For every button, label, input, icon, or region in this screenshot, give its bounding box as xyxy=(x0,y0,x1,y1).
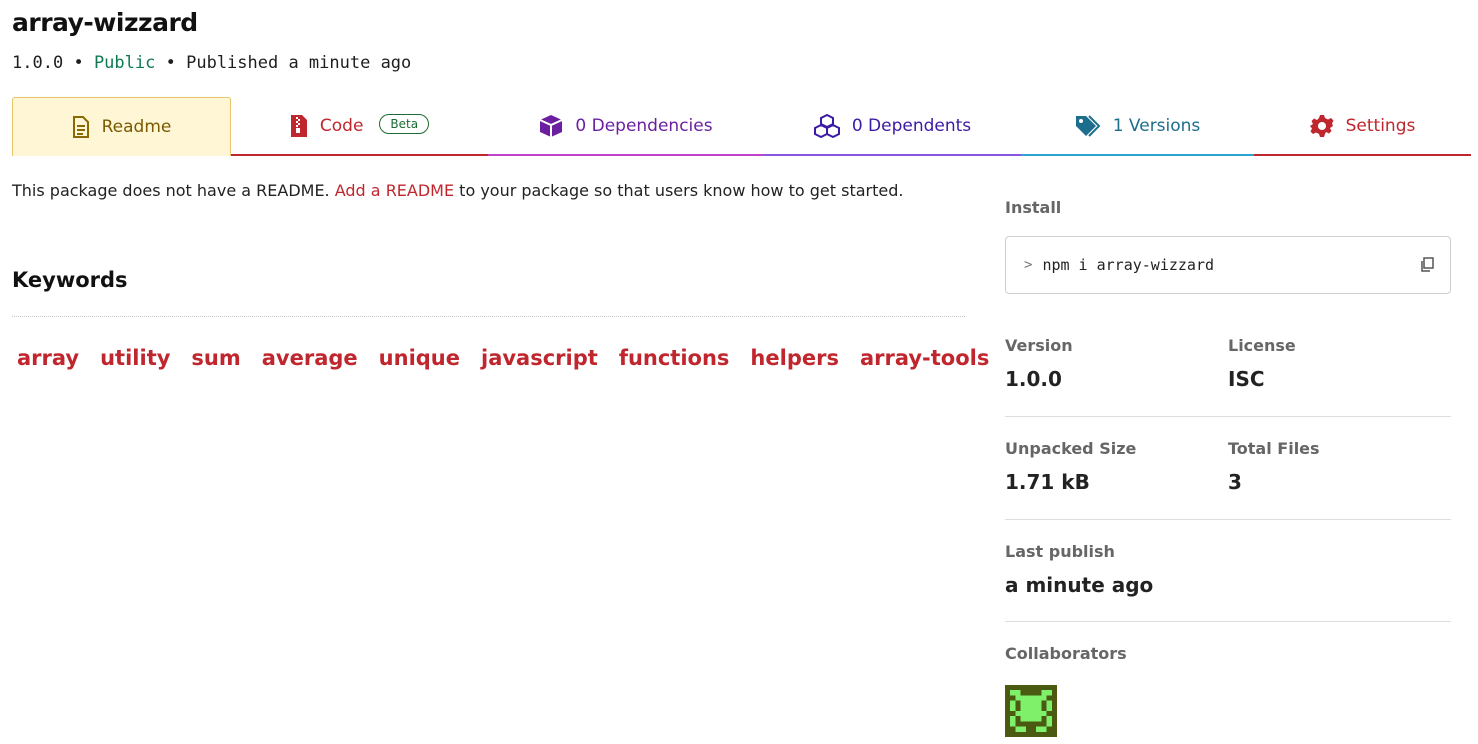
keyword-link[interactable]: helpers xyxy=(750,346,839,370)
document-icon xyxy=(72,116,90,138)
box-icon xyxy=(539,114,563,138)
readme-note: This package does not have a README. Add… xyxy=(12,181,903,200)
license-value: ISC xyxy=(1228,367,1265,391)
readme-note-text-end: to your package so that users know how t… xyxy=(454,181,904,200)
sidebar-divider xyxy=(1005,621,1451,622)
prompt-chevron: > xyxy=(1024,257,1033,273)
keyword-link[interactable]: javascript xyxy=(481,346,598,370)
keyword-link[interactable]: sum xyxy=(191,346,240,370)
add-readme-link[interactable]: Add a README xyxy=(335,181,454,200)
tab-dependents[interactable]: 0 Dependents xyxy=(764,97,1021,156)
tab-versions-label: 1 Versions xyxy=(1112,115,1201,136)
collaborators-row: Collaborators xyxy=(1005,644,1451,663)
package-title: array-wizzard xyxy=(12,8,198,37)
zip-file-icon xyxy=(290,114,308,138)
keyword-link[interactable]: utility xyxy=(100,346,170,370)
last-publish-label: Last publish xyxy=(1005,542,1115,561)
package-tabs: Readme Code Beta 0 Dependencies 0 Depend… xyxy=(12,97,1471,156)
tab-dependencies[interactable]: 0 Dependencies xyxy=(488,97,764,156)
meta-separator: • xyxy=(165,53,176,73)
tags-icon xyxy=(1075,114,1101,137)
package-meta: 1.0.0 • Public • Published a minute ago xyxy=(12,53,411,73)
last-publish-value: a minute ago xyxy=(1005,573,1154,597)
meta-separator: • xyxy=(73,53,84,73)
tab-settings-label: Settings xyxy=(1345,115,1416,136)
install-command[interactable]: npm i array-wizzard xyxy=(1042,256,1420,274)
tab-settings[interactable]: Settings xyxy=(1254,97,1471,156)
package-version: 1.0.0 xyxy=(12,53,64,73)
keyword-link[interactable]: average xyxy=(262,346,358,370)
boxes-icon xyxy=(813,113,840,138)
readme-note-text: This package does not have a README. xyxy=(12,181,335,200)
version-value: 1.0.0 xyxy=(1005,367,1062,391)
tab-versions[interactable]: 1 Versions xyxy=(1021,97,1254,156)
version-label: Version xyxy=(1005,336,1073,355)
published-label: Published a minute ago xyxy=(186,53,412,73)
keywords-list: array utility sum average unique javascr… xyxy=(17,346,989,370)
visibility-label: Public xyxy=(93,53,156,73)
unpacked-size-label: Unpacked Size xyxy=(1005,439,1137,458)
copy-icon[interactable] xyxy=(1420,257,1434,273)
license-label: License xyxy=(1228,336,1296,355)
tab-readme-label: Readme xyxy=(101,117,172,137)
tab-dependencies-label: 0 Dependencies xyxy=(575,115,713,136)
tab-dependents-label: 0 Dependents xyxy=(851,115,972,136)
install-command-box[interactable]: > npm i array-wizzard xyxy=(1005,236,1451,294)
collaborator-avatar[interactable] xyxy=(1005,685,1057,737)
unpacked-size-value: 1.71 kB xyxy=(1005,470,1090,494)
install-label: Install xyxy=(1005,198,1062,217)
sidebar-divider xyxy=(1005,519,1451,520)
gear-icon xyxy=(1309,114,1334,138)
sidebar-divider xyxy=(1005,416,1451,417)
tab-code-label: Code xyxy=(319,115,364,136)
tab-code[interactable]: Code Beta xyxy=(231,97,488,156)
collaborators-label: Collaborators xyxy=(1005,644,1127,663)
keyword-link[interactable]: unique xyxy=(379,346,460,370)
keyword-link[interactable]: array xyxy=(17,346,79,370)
keyword-link[interactable]: functions xyxy=(619,346,730,370)
tab-readme[interactable]: Readme xyxy=(12,97,231,156)
beta-badge: Beta xyxy=(379,114,430,134)
total-files-label: Total Files xyxy=(1228,439,1320,458)
keywords-divider xyxy=(12,316,965,317)
keyword-link[interactable]: array-tools xyxy=(860,346,989,370)
keywords-heading: Keywords xyxy=(12,268,128,292)
total-files-value: 3 xyxy=(1228,470,1242,494)
